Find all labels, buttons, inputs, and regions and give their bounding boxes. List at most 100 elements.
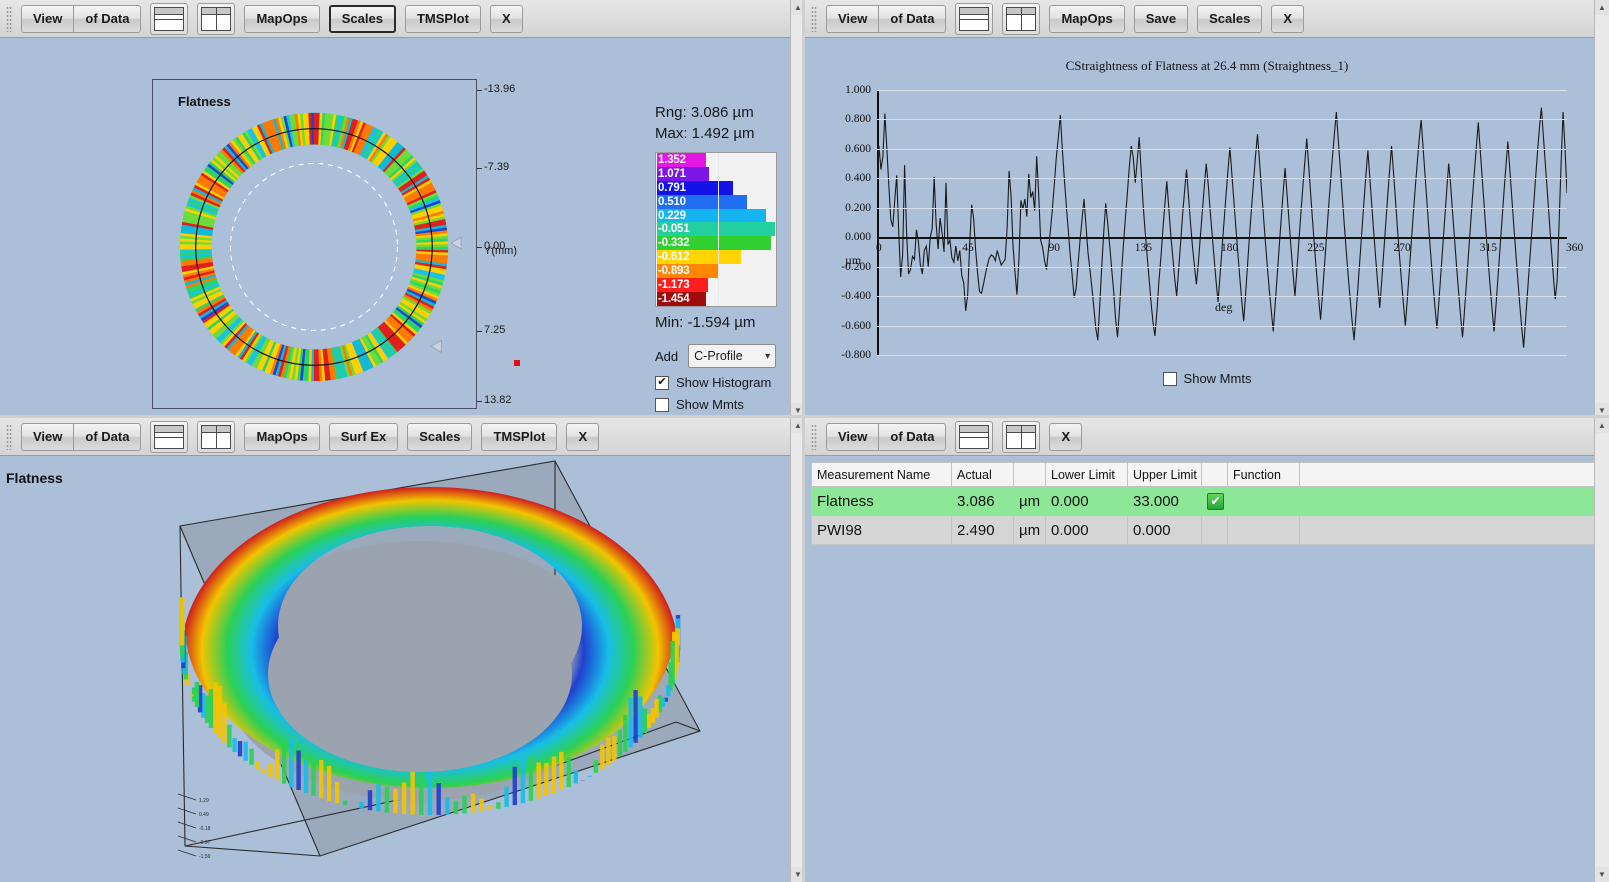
view-button[interactable]: View: [21, 4, 74, 33]
show-mmts-row[interactable]: Show Mmts: [655, 397, 787, 412]
view-button[interactable]: View: [21, 422, 74, 451]
scales-button[interactable]: Scales: [328, 4, 396, 33]
x-tick-label: 225: [1307, 242, 1325, 255]
range-label: Rng: 3.086 µm: [655, 104, 754, 121]
chart-title: CStraightness of Flatness at 26.4 mm (St…: [1065, 58, 1349, 73]
surf-ex-button[interactable]: Surf Ex: [328, 422, 399, 451]
surface-3d-area[interactable]: Flatness 1.29 0.49 -0.18 -0.97 -1.59: [0, 456, 805, 882]
add-profile-select[interactable]: C-Profile ▾: [688, 344, 777, 368]
layout-split-vertical-icon[interactable]: [1002, 2, 1041, 35]
show-mmts-checkbox-chart[interactable]: [1162, 371, 1177, 386]
histogram-row: -1.173: [656, 278, 776, 292]
pass-check-icon: ✔: [1207, 493, 1224, 510]
show-histogram-row[interactable]: Show Histogram: [655, 375, 787, 390]
map-ytick: [477, 247, 482, 248]
close-button[interactable]: X: [1049, 422, 1083, 451]
col-lower-limit[interactable]: Lower Limit: [1045, 462, 1128, 487]
histogram-bin-label: -0.332: [658, 237, 690, 250]
scroll-up-icon[interactable]: ▲: [1595, 0, 1609, 15]
of-data-button[interactable]: of Data: [73, 4, 142, 33]
col-pass[interactable]: [1201, 462, 1228, 487]
scroll-up-icon[interactable]: ▲: [1595, 418, 1609, 433]
map-ylabel-0: -13.96: [484, 83, 516, 95]
save-button[interactable]: Save: [1133, 4, 1189, 33]
histogram-bar: [705, 208, 767, 223]
scrollbar-bottom-right[interactable]: ▲ ▼: [1594, 418, 1609, 882]
height-histogram[interactable]: 1.352 1.071 0.791 0.510 0.229 -0.051 -0.332 -0.…: [655, 152, 777, 307]
straightness-plot[interactable]: 1.000 0.800 0.600 0.400 0.200 0.000 -0.200 -0.4…: [841, 84, 1583, 361]
col-spare[interactable]: [1299, 462, 1603, 487]
table-header-row: Measurement Name Actual Lower Limit Uppe…: [811, 462, 1603, 487]
gridline: [877, 119, 1567, 121]
mapops-button[interactable]: MapOps: [244, 422, 320, 451]
histogram-row: 0.510: [656, 194, 776, 209]
layout-split-vertical-icon[interactable]: [1002, 420, 1041, 453]
show-mmts-row-chart[interactable]: Show Mmts: [805, 371, 1609, 386]
layout-split-horizontal-icon[interactable]: [955, 2, 994, 35]
layout-split-horizontal-icon[interactable]: [955, 420, 994, 453]
table-body: Flatness 3.086 µm 0.000 33.000 ✔ PWI98 2.490 µm 0…: [811, 486, 1603, 545]
col-unit[interactable]: [1013, 462, 1046, 487]
drag-grip-icon[interactable]: [811, 423, 817, 450]
tmsplot-button[interactable]: TMSPlot: [481, 422, 558, 451]
of-data-button[interactable]: of Data: [878, 4, 947, 33]
cell-actual: 2.490: [951, 515, 1014, 545]
layout-split-vertical-icon[interactable]: [197, 2, 236, 35]
cell-lower-limit: 0.000: [1045, 486, 1128, 516]
col-upper-limit[interactable]: Upper Limit: [1127, 462, 1202, 487]
add-label: Add: [655, 348, 679, 364]
histogram-bar: [705, 222, 775, 237]
col-actual[interactable]: Actual: [951, 462, 1014, 487]
view-of-data-group: View of Data: [21, 422, 142, 451]
view-of-data-group: View of Data: [21, 4, 142, 33]
close-button[interactable]: X: [566, 422, 600, 451]
histogram-bin-label: -1.173: [658, 278, 690, 291]
layout-split-vertical-icon[interactable]: [197, 420, 236, 453]
of-data-button[interactable]: of Data: [73, 422, 142, 451]
show-mmts-checkbox[interactable]: [655, 397, 669, 412]
zero-line: [877, 237, 1567, 239]
scroll-down-icon[interactable]: ▼: [1595, 867, 1609, 882]
view-button[interactable]: View: [826, 4, 879, 33]
mapops-button[interactable]: MapOps: [1049, 4, 1125, 33]
y-tick-label: -0.800: [841, 349, 871, 361]
mapops-button[interactable]: MapOps: [244, 4, 320, 33]
tmsplot-button[interactable]: TMSPlot: [404, 4, 481, 33]
table-row[interactable]: Flatness 3.086 µm 0.000 33.000 ✔: [811, 486, 1603, 516]
y-tick-label: 0.400: [845, 172, 871, 185]
show-histogram-checkbox[interactable]: [655, 375, 669, 390]
histogram-bin-label: -1.454: [658, 292, 690, 305]
col-measurement-name[interactable]: Measurement Name: [811, 462, 952, 487]
close-button[interactable]: X: [489, 4, 523, 33]
scale-legend-panel: Rng: 3.086 µm Max: 1.492 µm 1.352 1.071 0.…: [655, 102, 787, 412]
histogram-bin-label: 0.791: [658, 181, 686, 194]
x-tick-label: 270: [1393, 242, 1411, 255]
x-tick-label: 45: [962, 242, 974, 255]
cell-pass: ✔: [1201, 486, 1228, 516]
marker-dot-icon: [514, 360, 520, 366]
table-row[interactable]: PWI98 2.490 µm 0.000 0.000: [811, 515, 1603, 545]
view-button[interactable]: View: [826, 422, 879, 451]
y-tick-label: 0.200: [845, 201, 871, 214]
of-data-button[interactable]: of Data: [878, 422, 947, 451]
scales-button[interactable]: Scales: [407, 422, 473, 451]
layout-split-horizontal-icon[interactable]: [150, 2, 189, 35]
drag-grip-icon[interactable]: [811, 5, 817, 32]
measurement-table[interactable]: Measurement Name Actual Lower Limit Uppe…: [811, 462, 1603, 545]
drag-grip-icon[interactable]: [6, 423, 12, 450]
scrollbar-top-right[interactable]: ▲ ▼: [1594, 0, 1609, 418]
scales-button[interactable]: Scales: [1197, 4, 1263, 33]
panel-straightness-chart: View of Data MapOps Save Scales X ▼ CStr…: [805, 0, 1609, 418]
drag-grip-icon[interactable]: [6, 5, 12, 32]
x-tick-label: 135: [1134, 242, 1152, 255]
col-function[interactable]: Function: [1227, 462, 1300, 487]
close-button[interactable]: X: [1271, 4, 1304, 33]
cell-measurement-name: Flatness: [811, 486, 952, 516]
layout-split-horizontal-icon[interactable]: [150, 420, 189, 453]
panel-flatness-map: View of Data MapOps Scales TMSPlot X ▼ F…: [0, 0, 805, 418]
map-plot-box[interactable]: Flatness: [152, 79, 477, 409]
histogram-row: -0.612: [656, 250, 776, 265]
splitter-vertical[interactable]: [802, 0, 805, 882]
chevron-down-icon: ▾: [765, 350, 771, 362]
histogram-bar: [705, 180, 733, 195]
